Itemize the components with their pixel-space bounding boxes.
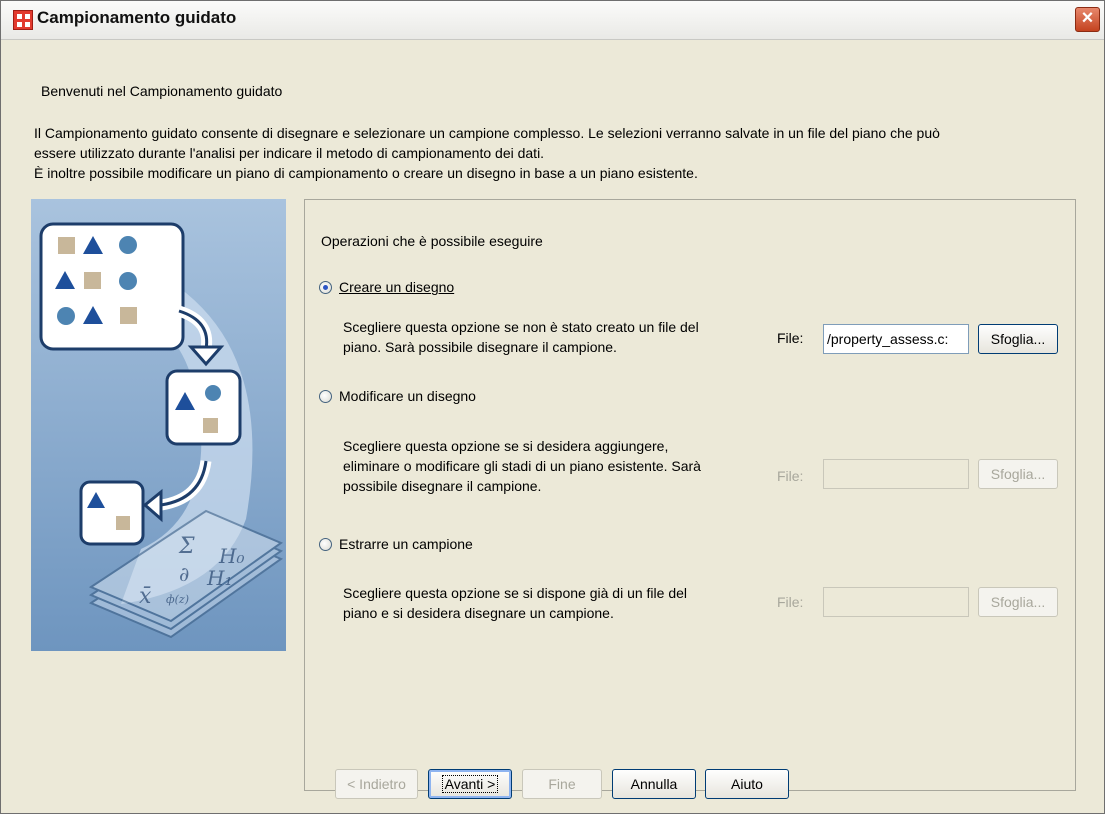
back-button[interactable]: < Indietro bbox=[335, 769, 418, 799]
modify-design-file-field[interactable] bbox=[823, 459, 969, 489]
illustration-symbol: H₀ bbox=[218, 544, 244, 568]
welcome-heading: Benvenuti nel Campionamento guidato bbox=[41, 83, 283, 99]
illustration-symbol: H₁ bbox=[206, 566, 232, 590]
draw-sample-browse-button[interactable]: Sfoglia... bbox=[978, 587, 1058, 617]
options-panel: Operazioni che è possibile eseguire Crea… bbox=[304, 199, 1076, 791]
title-bar[interactable]: Campionamento guidato × bbox=[1, 1, 1104, 40]
finish-button[interactable]: Fine bbox=[522, 769, 602, 799]
illustration-symbol: ф(z) bbox=[166, 593, 189, 606]
create-design-radio[interactable] bbox=[319, 281, 332, 294]
illustration-symbol: Σ bbox=[178, 534, 195, 559]
app-grid-icon bbox=[13, 10, 33, 30]
draw-sample-file-field[interactable] bbox=[823, 587, 969, 617]
file-label: File: bbox=[777, 330, 804, 346]
modify-design-label[interactable]: Modificare un disegno bbox=[339, 388, 476, 404]
create-design-description: Scegliere questa opzione se non è stato … bbox=[343, 317, 699, 357]
intro-text: Il Campionamento guidato consente di dis… bbox=[34, 123, 1084, 183]
next-button-label: Avanti > bbox=[441, 775, 499, 793]
illustration-symbol: ∂ bbox=[179, 562, 189, 586]
draw-sample-radio[interactable] bbox=[319, 538, 332, 551]
description-line: piano. Sarà possibile disegnare il campi… bbox=[343, 339, 617, 355]
modify-design-browse-button[interactable]: Sfoglia... bbox=[978, 459, 1058, 489]
wizard-window: Campionamento guidato × Benvenuti nel Ca… bbox=[0, 0, 1105, 814]
description-line: Scegliere questa opzione se si desidera … bbox=[343, 438, 669, 454]
illustration-symbol: x̄ bbox=[139, 584, 152, 609]
panel-heading: Operazioni che è possibile eseguire bbox=[321, 233, 543, 249]
wizard-content: Benvenuti nel Campionamento guidato Il C… bbox=[1, 40, 1104, 813]
close-button[interactable]: × bbox=[1075, 7, 1100, 32]
window-title: Campionamento guidato bbox=[37, 8, 237, 27]
create-design-browse-button[interactable]: Sfoglia... bbox=[978, 324, 1058, 354]
cancel-button[interactable]: Annulla bbox=[612, 769, 696, 799]
close-icon: × bbox=[1081, 7, 1094, 29]
draw-sample-label[interactable]: Estrarre un campione bbox=[339, 536, 473, 552]
draw-sample-description: Scegliere questa opzione se si dispone g… bbox=[343, 583, 687, 623]
description-line: Scegliere questa opzione se non è stato … bbox=[343, 319, 699, 335]
modify-design-radio[interactable] bbox=[319, 390, 332, 403]
help-button[interactable]: Aiuto bbox=[705, 769, 789, 799]
description-line: piano e si desidera disegnare un campion… bbox=[343, 605, 614, 621]
description-line: eliminare o modificare gli stadi di un p… bbox=[343, 458, 701, 474]
description-line: possibile disegnare il campione. bbox=[343, 478, 542, 494]
description-line: Scegliere questa opzione se si dispone g… bbox=[343, 585, 688, 601]
file-label: File: bbox=[777, 594, 804, 610]
create-design-file-field[interactable]: /property_assess.c: bbox=[823, 324, 969, 354]
create-design-label[interactable]: Creare un disegno bbox=[339, 279, 454, 295]
intro-line: È inoltre possibile modificare un piano … bbox=[34, 165, 698, 181]
sampling-illustration-icon: Σ H₀ ∂ H₁ x̄ ф(z) bbox=[31, 199, 286, 651]
intro-line: Il Campionamento guidato consente di dis… bbox=[34, 125, 940, 141]
intro-line: essere utilizzato durante l'analisi per … bbox=[34, 145, 545, 161]
wizard-illustration: Σ H₀ ∂ H₁ x̄ ф(z) bbox=[31, 199, 286, 651]
next-button[interactable]: Avanti > bbox=[428, 769, 512, 799]
modify-design-description: Scegliere questa opzione se si desidera … bbox=[343, 436, 701, 496]
file-label: File: bbox=[777, 468, 804, 484]
